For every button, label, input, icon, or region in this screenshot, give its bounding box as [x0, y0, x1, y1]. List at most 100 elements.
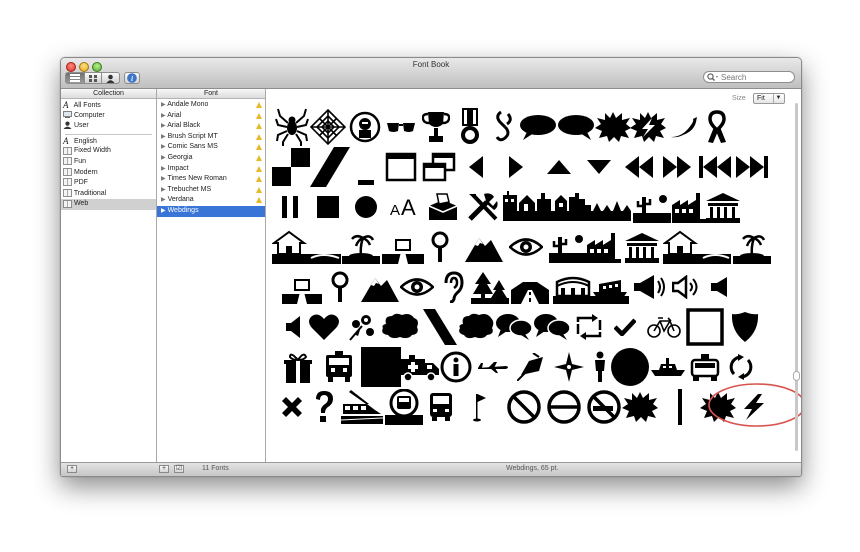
warning-icon	[256, 123, 262, 130]
highway-icon	[510, 267, 550, 307]
font-column: Font ▶ Andale Mono ▶ Arial ▶ Arial Black…	[157, 89, 266, 463]
glyph-row	[266, 227, 801, 267]
collection-item-pdf[interactable]: PDF	[61, 178, 156, 189]
user-view-button[interactable]	[101, 72, 120, 84]
collection-header[interactable]: Collection	[61, 89, 156, 99]
font-icon: A	[63, 135, 69, 146]
airplane-icon	[476, 347, 512, 387]
add-collection-button[interactable]: +	[67, 465, 77, 473]
font-label: Trebuchet MS	[167, 185, 212, 193]
disclosure-triangle-icon[interactable]: ▶	[161, 155, 166, 161]
person-in-bubble-icon	[348, 107, 382, 147]
size-dropdown[interactable]: Fit ▼	[753, 93, 785, 104]
collection-item-user[interactable]: User	[61, 121, 156, 132]
recycle-icon	[572, 307, 606, 347]
book-icon	[63, 157, 72, 166]
disclosure-triangle-icon[interactable]: ▶	[161, 113, 166, 119]
font-item-brush-script[interactable]: ▶ Brush Script MT	[157, 132, 265, 143]
trees-icon	[470, 267, 510, 307]
font-header[interactable]: Font	[157, 89, 265, 99]
add-font-button[interactable]: +	[159, 465, 169, 473]
disclosure-triangle-icon[interactable]: ▶	[161, 176, 166, 182]
tools-icon	[465, 187, 501, 227]
book-icon	[63, 199, 72, 208]
vertical-scrollbar[interactable]	[792, 103, 801, 451]
collection-item-all-fonts[interactable]: A All Fonts	[61, 100, 156, 111]
book-icon	[63, 189, 72, 197]
collection-label: User	[73, 122, 89, 130]
font-item-impact[interactable]: ▶ Impact	[157, 164, 265, 175]
collection-item-computer[interactable]: Computer	[61, 111, 156, 122]
search-field[interactable]	[703, 71, 795, 83]
list-view-button[interactable]	[65, 72, 85, 84]
glyph-row	[266, 267, 801, 307]
collection-item-english[interactable]: A English	[61, 136, 156, 147]
font-item-arial[interactable]: ▶ Arial	[157, 111, 265, 122]
info-button[interactable]: i	[124, 72, 140, 84]
cross-icon	[276, 387, 308, 427]
svg-text:A: A	[401, 195, 416, 219]
factory-icon	[586, 227, 622, 267]
status-bar: + + ☑ 11 Fonts Webdings, 65 pt.	[61, 462, 801, 476]
spider-icon	[273, 107, 311, 147]
compass-star-icon	[552, 347, 586, 387]
chili-pepper-icon	[667, 107, 701, 147]
font-item-comic-sans[interactable]: ▶ Comic Sans MS	[157, 142, 265, 153]
trophy-icon	[420, 107, 452, 147]
collection-label: Fixed Width	[73, 147, 111, 155]
road-icon	[701, 227, 731, 267]
grid-view-icon	[89, 74, 97, 82]
font-item-georgia[interactable]: ▶ Georgia	[157, 153, 265, 164]
collection-item-web[interactable]: Web	[61, 199, 156, 210]
collection-item-traditional[interactable]: Traditional	[61, 189, 156, 200]
collection-item-modern[interactable]: Modern	[61, 167, 156, 179]
triangle-up-icon	[544, 147, 574, 187]
warning-icon	[256, 197, 262, 204]
user-icon	[106, 74, 115, 83]
font-item-arial-black[interactable]: ▶ Arial Black	[157, 121, 265, 132]
factory-icon	[671, 187, 707, 227]
font-preview: Size Fit ▼ A A	[266, 89, 801, 463]
sunglasses-icon	[385, 107, 417, 147]
chevron-down-icon: ▼	[773, 94, 783, 103]
skip-back-icon	[697, 147, 733, 187]
scrollbar-thumb[interactable]	[793, 371, 800, 381]
road-sign-icon	[281, 267, 323, 307]
question-icon	[310, 387, 338, 427]
disclosure-triangle-icon[interactable]: ▶	[161, 102, 166, 108]
font-label: Georgia	[167, 153, 193, 161]
disable-font-button[interactable]: ☑	[174, 465, 184, 473]
disclosure-triangle-icon[interactable]: ▶	[161, 187, 166, 193]
magnifying-glass-icon	[326, 267, 354, 307]
flowers-icon	[344, 307, 378, 347]
disclosure-triangle-icon[interactable]: ▶	[161, 123, 166, 129]
font-item-times-new-roman[interactable]: ▶ Times New Roman	[157, 174, 265, 185]
disclosure-triangle-icon[interactable]: ▶	[161, 134, 166, 140]
triangle-left-icon	[464, 147, 488, 187]
font-item-andale-mono[interactable]: ▶ Andale Mono	[157, 100, 265, 111]
highlight-circle	[708, 383, 801, 427]
search-input[interactable]	[721, 72, 791, 82]
font-count: 11 Fonts	[202, 465, 229, 472]
font-item-webdings[interactable]: ▶ Webdings	[157, 205, 265, 217]
collection-item-fun[interactable]: Fun	[61, 157, 156, 168]
disclosure-triangle-icon[interactable]: ▶	[161, 144, 166, 150]
svg-text:A: A	[390, 202, 400, 219]
font-item-trebuchet[interactable]: ▶ Trebuchet MS	[157, 185, 265, 196]
stop-icon	[314, 187, 342, 227]
checkerboard-icon	[271, 147, 311, 187]
grid-view-button[interactable]	[84, 72, 102, 84]
font-item-verdana[interactable]: ▶ Verdana	[157, 195, 265, 206]
font-icon: A	[63, 100, 69, 110]
disclosure-triangle-icon[interactable]: ▶	[161, 166, 166, 172]
house-icon	[271, 227, 311, 267]
collection-item-fixed-width[interactable]: Fixed Width	[61, 146, 156, 157]
disclosure-triangle-icon[interactable]: ▶	[161, 197, 166, 203]
person-icon	[588, 347, 612, 387]
bus-sign-icon	[384, 387, 424, 427]
vertical-bar-icon	[670, 387, 690, 427]
book-icon	[63, 178, 72, 187]
disclosure-triangle-icon[interactable]: ▶	[161, 208, 166, 214]
font-label: Times New Roman	[167, 175, 227, 183]
book-icon	[63, 167, 72, 176]
